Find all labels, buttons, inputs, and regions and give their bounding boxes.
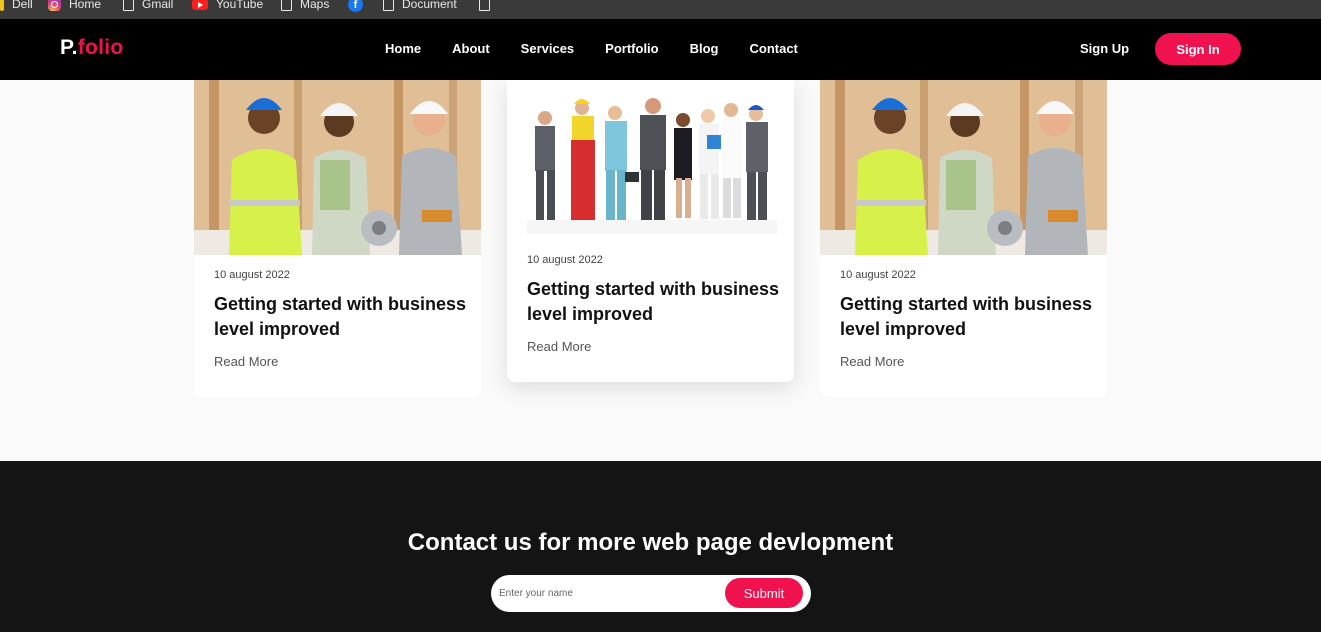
logo[interactable]: P.folio <box>60 36 124 60</box>
blog-card[interactable]: 10 august 2022 Getting started with busi… <box>820 80 1107 397</box>
bookmarks-bar: Dell Home Gmail YouTube Maps f Document <box>0 0 1321 19</box>
nav-link-about[interactable]: About <box>452 41 490 56</box>
main-menu: Home About Services Portfolio Blog Conta… <box>385 41 829 56</box>
bookmark-youtube[interactable]: YouTube <box>192 0 263 13</box>
post-date: 10 august 2022 <box>840 269 916 281</box>
bookmark-dell[interactable]: Dell <box>0 0 33 13</box>
bookmark-facebook[interactable]: f <box>348 0 363 13</box>
read-more-link[interactable]: Read More <box>214 354 278 369</box>
post-title[interactable]: Getting started with business level impr… <box>214 292 481 342</box>
name-input[interactable] <box>499 583 719 603</box>
post-date: 10 august 2022 <box>527 254 603 266</box>
blog-card[interactable]: 10 august 2022 Getting started with busi… <box>507 80 794 382</box>
bookmark-untitled[interactable] <box>479 0 490 13</box>
nav-link-contact[interactable]: Contact <box>750 41 798 56</box>
top-navbar: P.folio Home About Services Portfolio Bl… <box>0 19 1321 80</box>
page-icon <box>479 0 490 11</box>
post-title[interactable]: Getting started with business level impr… <box>527 277 794 327</box>
post-title[interactable]: Getting started with business level impr… <box>840 292 1107 342</box>
blog-card[interactable]: 10 august 2022 Getting started with busi… <box>194 80 481 397</box>
youtube-icon <box>192 0 208 10</box>
sign-up-link[interactable]: Sign Up <box>1080 41 1129 56</box>
submit-button[interactable]: Submit <box>725 578 803 608</box>
professionals-group-photo <box>507 80 794 240</box>
instagram-icon <box>48 0 61 11</box>
sign-in-button[interactable]: Sign In <box>1155 33 1241 65</box>
nav-link-services[interactable]: Services <box>521 41 575 56</box>
contact-section: Contact us for more web page devlopment … <box>0 461 1321 632</box>
bookmark-gmail[interactable]: Gmail <box>123 0 173 13</box>
nav-link-blog[interactable]: Blog <box>690 41 719 56</box>
bookmark-document[interactable]: Document <box>383 0 457 13</box>
nav-link-home[interactable]: Home <box>385 41 421 56</box>
dell-icon <box>0 0 4 11</box>
page-icon <box>123 0 134 11</box>
post-date: 10 august 2022 <box>214 269 290 281</box>
page-icon <box>281 0 292 11</box>
construction-workers-photo <box>194 80 481 255</box>
read-more-link[interactable]: Read More <box>527 339 591 354</box>
read-more-link[interactable]: Read More <box>840 354 904 369</box>
contact-heading: Contact us for more web page devlopment <box>407 529 894 556</box>
construction-workers-photo <box>820 80 1107 255</box>
bookmark-maps[interactable]: Maps <box>281 0 329 13</box>
bookmark-home[interactable]: Home <box>48 0 101 13</box>
contact-form: Submit <box>491 575 811 612</box>
nav-link-portfolio[interactable]: Portfolio <box>605 41 658 56</box>
page-icon <box>383 0 394 11</box>
facebook-icon: f <box>348 0 363 12</box>
